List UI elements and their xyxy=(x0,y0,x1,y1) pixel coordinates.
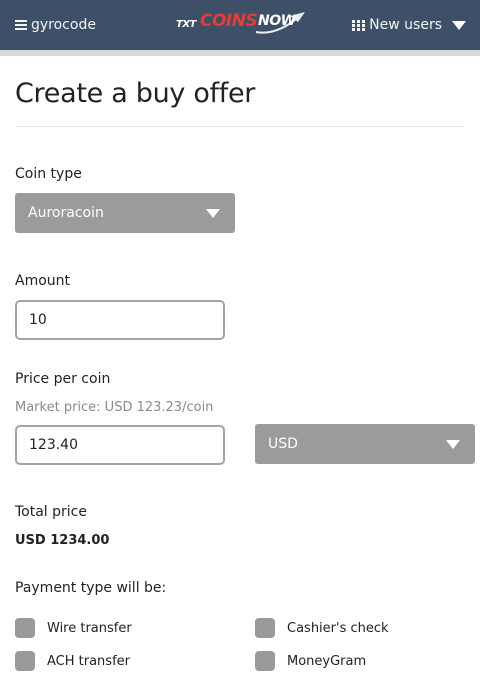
logo-txt-text: TXT xyxy=(176,19,196,30)
checkbox[interactable] xyxy=(255,618,275,638)
amount-label: Amount xyxy=(15,273,71,289)
logo-now-text: NOW xyxy=(258,13,296,29)
market-price-hint: Market price: USD 123.23/coin xyxy=(15,400,214,415)
payment-option-wire-transfer[interactable]: Wire transfer xyxy=(15,618,132,638)
currency-select[interactable]: USD xyxy=(255,424,475,464)
coin-type-value: Auroracoin xyxy=(28,205,104,221)
chevron-down-icon xyxy=(206,209,220,218)
logo-coins-text: COINS xyxy=(200,11,258,31)
caret-down-icon xyxy=(452,20,466,30)
payment-type-label: Payment type will be: xyxy=(15,580,167,596)
title-divider xyxy=(15,126,465,127)
site-logo[interactable]: TXT COINS NOW xyxy=(174,10,308,38)
new-users-label: New users xyxy=(369,17,442,33)
currency-value: USD xyxy=(268,436,298,452)
chevron-down-icon xyxy=(446,440,460,449)
checkbox[interactable] xyxy=(15,618,35,638)
coin-type-select[interactable]: Auroracoin xyxy=(15,193,235,233)
hamburger-icon xyxy=(15,20,27,30)
main-menu-label: gyrocode xyxy=(31,17,96,33)
payment-option-label: Wire transfer xyxy=(47,620,132,636)
payment-option-cashiers-check[interactable]: Cashier's check xyxy=(255,618,389,638)
payment-option-label: MoneyGram xyxy=(287,653,367,669)
new-users-menu[interactable]: New users xyxy=(352,15,466,35)
payment-option-label: Cashier's check xyxy=(287,620,389,636)
payment-option-ach-transfer[interactable]: ACH transfer xyxy=(15,651,130,671)
price-per-coin-label: Price per coin xyxy=(15,371,111,387)
page-title: Create a buy offer xyxy=(15,78,256,109)
main-menu-button[interactable]: gyrocode xyxy=(15,16,96,34)
amount-value: 10 xyxy=(29,312,47,328)
header-divider xyxy=(0,50,480,56)
grid-icon xyxy=(352,19,366,31)
price-per-coin-input[interactable]: 123.40 xyxy=(15,425,225,465)
price-per-coin-value: 123.40 xyxy=(29,437,78,453)
payment-option-label: ACH transfer xyxy=(47,653,130,669)
checkbox[interactable] xyxy=(255,651,275,671)
total-price-value: USD 1234.00 xyxy=(15,533,110,548)
payment-option-moneygram[interactable]: MoneyGram xyxy=(255,651,366,671)
total-price-label: Total price xyxy=(15,504,87,520)
coin-type-label: Coin type xyxy=(15,166,82,182)
checkbox[interactable] xyxy=(15,651,35,671)
amount-input[interactable]: 10 xyxy=(15,300,225,340)
